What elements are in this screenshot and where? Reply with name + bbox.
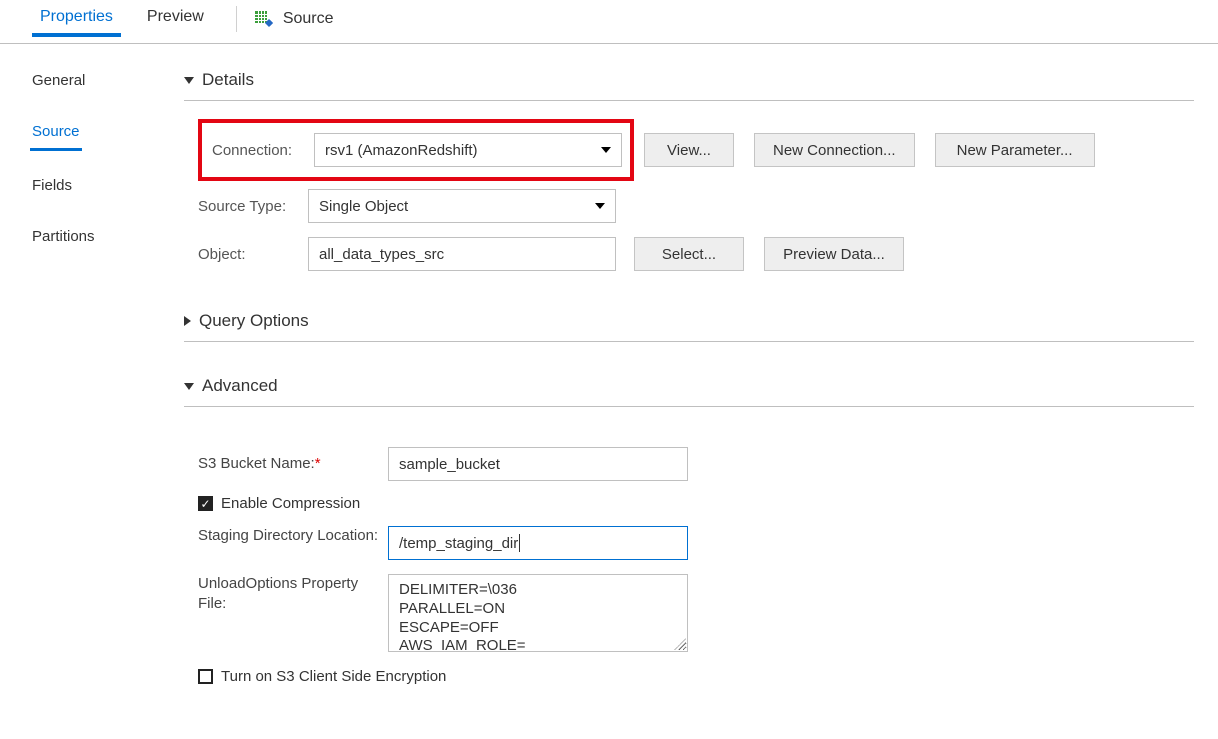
- staging-dir-input[interactable]: /temp_staging_dir: [388, 526, 688, 560]
- section-title-details: Details: [202, 70, 254, 90]
- s3-client-encrypt-checkbox[interactable]: [198, 669, 213, 684]
- select-object-button[interactable]: Select...: [634, 237, 744, 271]
- unload-options-textarea[interactable]: DELIMITER=\036 PARALLEL=ON ESCAPE=OFF AW…: [388, 574, 688, 652]
- section-toggle-advanced[interactable]: Advanced: [184, 370, 1194, 407]
- chevron-down-icon: [601, 147, 611, 153]
- object-value: all_data_types_src: [319, 246, 444, 263]
- tab-properties[interactable]: Properties: [34, 8, 119, 36]
- source-icon: [255, 11, 273, 27]
- staging-dir-value: /temp_staging_dir: [399, 535, 518, 552]
- s3-bucket-label: S3 Bucket Name:*: [198, 454, 388, 474]
- s3-bucket-value: sample_bucket: [399, 456, 500, 473]
- section-title-query-options: Query Options: [199, 311, 309, 331]
- connection-label: Connection:: [212, 142, 314, 159]
- chevron-down-icon: [184, 383, 194, 390]
- side-tab-general[interactable]: General: [30, 64, 87, 97]
- connection-value: rsv1 (AmazonRedshift): [325, 142, 478, 159]
- staging-dir-label: Staging Directory Location:: [198, 526, 388, 546]
- source-type-label: Source Type:: [198, 198, 308, 215]
- section-title-advanced: Advanced: [202, 376, 278, 396]
- s3-client-encrypt-label: Turn on S3 Client Side Encryption: [221, 668, 446, 685]
- top-tab-bar: Properties Preview Source: [0, 0, 1218, 44]
- s3-bucket-input[interactable]: sample_bucket: [388, 447, 688, 481]
- side-tab-list: General Source Fields Partitions: [0, 44, 160, 739]
- preview-data-button[interactable]: Preview Data...: [764, 237, 904, 271]
- view-button[interactable]: View...: [644, 133, 734, 167]
- side-tab-partitions[interactable]: Partitions: [30, 220, 97, 253]
- breadcrumb-label: Source: [283, 10, 334, 28]
- new-connection-button[interactable]: New Connection...: [754, 133, 915, 167]
- tab-divider: [236, 6, 237, 32]
- chevron-right-icon: [184, 316, 191, 326]
- enable-compression-checkbox[interactable]: [198, 496, 213, 511]
- new-parameter-button[interactable]: New Parameter...: [935, 133, 1095, 167]
- connection-dropdown[interactable]: rsv1 (AmazonRedshift): [314, 133, 622, 167]
- object-input[interactable]: all_data_types_src: [308, 237, 616, 271]
- section-toggle-query-options[interactable]: Query Options: [184, 305, 1194, 342]
- source-type-value: Single Object: [319, 198, 408, 215]
- unload-options-label: UnloadOptions Property File:: [198, 574, 388, 613]
- side-tab-fields[interactable]: Fields: [30, 169, 74, 202]
- source-type-dropdown[interactable]: Single Object: [308, 189, 616, 223]
- text-cursor: [519, 534, 520, 552]
- section-toggle-details[interactable]: Details: [184, 64, 1194, 101]
- connection-highlight: Connection: rsv1 (AmazonRedshift): [198, 119, 634, 181]
- enable-compression-label: Enable Compression: [221, 495, 360, 512]
- object-label: Object:: [198, 246, 308, 263]
- chevron-down-icon: [184, 77, 194, 84]
- breadcrumb: Source: [255, 10, 334, 28]
- tab-preview[interactable]: Preview: [141, 8, 210, 36]
- chevron-down-icon: [595, 203, 605, 209]
- side-tab-source[interactable]: Source: [30, 115, 82, 151]
